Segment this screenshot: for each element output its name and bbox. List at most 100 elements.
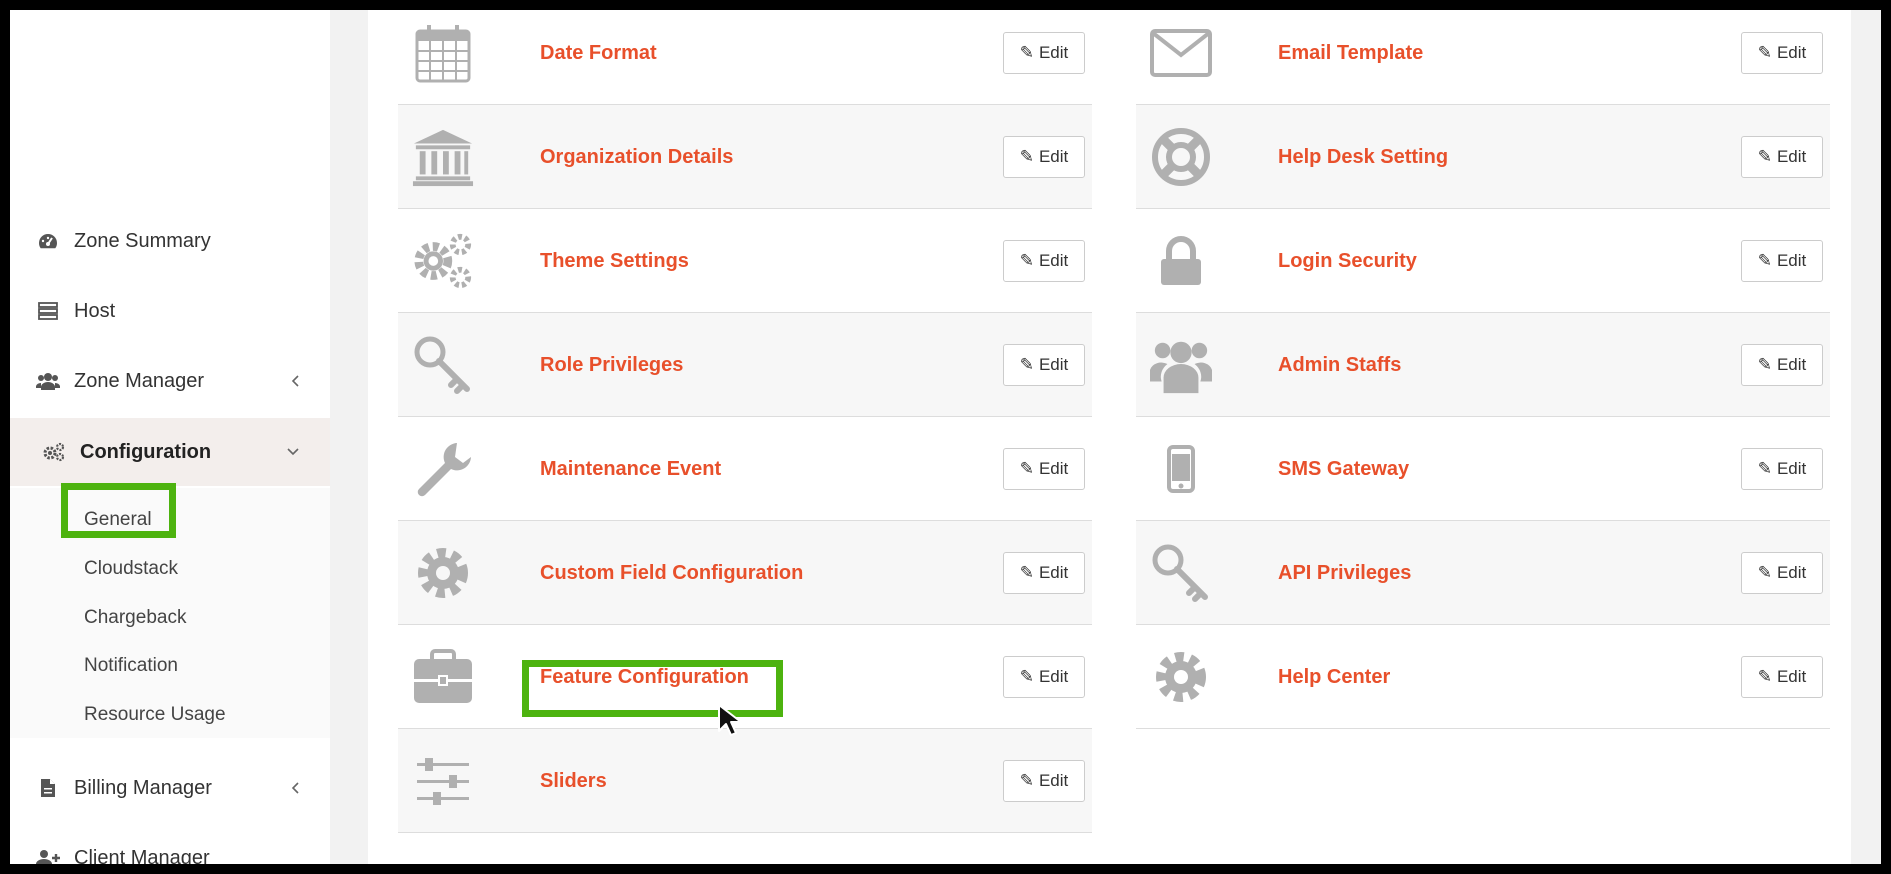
sidebar: Zone Summary Host Zone Manager Configura… — [10, 10, 340, 864]
setting-row-login-security: Login Security ✎ Edit — [1136, 209, 1830, 313]
app-window: Zone Summary Host Zone Manager Configura… — [10, 10, 1881, 864]
pencil-icon: ✎ — [1757, 251, 1772, 270]
setting-row-date-format: Date Format ✎ Edit — [398, 10, 1092, 105]
setting-row-organization-details: Organization Details ✎ Edit — [398, 105, 1092, 209]
server-icon — [36, 300, 60, 322]
edit-button[interactable]: ✎ Edit — [1741, 240, 1823, 282]
pencil-icon: ✎ — [1019, 251, 1034, 270]
edit-button[interactable]: ✎ Edit — [1003, 760, 1085, 802]
sidebar-item-label: Configuration — [80, 440, 212, 463]
sidebar-item-client-manager[interactable]: Client Manager — [10, 824, 330, 864]
edit-button[interactable]: ✎ Edit — [1003, 552, 1085, 594]
setting-row-feature-configuration: Feature Configuration ✎ Edit — [398, 625, 1092, 729]
sidebar-item-label: Host — [74, 299, 116, 322]
sidebar-item-zone-summary[interactable]: Zone Summary — [10, 207, 330, 275]
setting-row-api-privileges: API Privileges ✎ Edit — [1136, 521, 1830, 625]
envelope-icon — [1150, 23, 1212, 83]
setting-row-maintenance-event: Maintenance Event ✎ Edit — [398, 417, 1092, 521]
submenu-item-cloudstack[interactable]: Cloudstack — [84, 554, 178, 584]
mobile-icon — [1150, 439, 1212, 499]
setting-row-role-privileges: Role Privileges ✎ Edit — [398, 313, 1092, 417]
setting-title[interactable]: API Privileges — [1278, 521, 1411, 625]
edit-button[interactable]: ✎ Edit — [1741, 656, 1823, 698]
pencil-icon: ✎ — [1757, 355, 1772, 374]
pencil-icon: ✎ — [1019, 771, 1034, 790]
user-plus-icon — [36, 847, 60, 864]
pencil-icon: ✎ — [1757, 147, 1772, 166]
submenu-item-notification[interactable]: Notification — [84, 651, 178, 681]
edit-button[interactable]: ✎ Edit — [1741, 136, 1823, 178]
submenu-item-resource-usage[interactable]: Resource Usage — [84, 700, 226, 730]
submenu-item-chargeback[interactable]: Chargeback — [84, 603, 186, 633]
edit-button[interactable]: ✎ Edit — [1003, 344, 1085, 386]
edit-button[interactable]: ✎ Edit — [1741, 552, 1823, 594]
sidebar-item-label: Client Manager — [74, 846, 210, 865]
setting-title[interactable]: Maintenance Event — [540, 417, 721, 521]
calendar-icon — [412, 23, 474, 83]
setting-title[interactable]: Help Desk Setting — [1278, 105, 1448, 209]
setting-row-help-center: Help Center ✎ Edit — [1136, 625, 1830, 729]
pencil-icon: ✎ — [1019, 355, 1034, 374]
edit-button[interactable]: ✎ Edit — [1003, 656, 1085, 698]
sidebar-item-label: Zone Manager — [74, 369, 205, 392]
setting-title[interactable]: Email Template — [1278, 10, 1423, 105]
dashboard-icon — [36, 230, 60, 252]
sidebar-item-host[interactable]: Host — [10, 277, 330, 345]
sidebar-item-zone-manager[interactable]: Zone Manager — [10, 347, 330, 415]
chevron-down-icon — [286, 418, 300, 486]
sidebar-item-configuration[interactable]: Configuration — [10, 418, 330, 486]
key-icon — [412, 335, 474, 395]
setting-row-custom-field-configuration: Custom Field Configuration ✎ Edit — [398, 521, 1092, 625]
bank-icon — [412, 127, 474, 187]
setting-row-sliders: Sliders ✎ Edit — [398, 729, 1092, 833]
setting-title[interactable]: Organization Details — [540, 105, 733, 209]
setting-title[interactable]: Login Security — [1278, 209, 1417, 313]
pencil-icon: ✎ — [1757, 563, 1772, 582]
setting-title[interactable]: Role Privileges — [540, 313, 683, 417]
briefcase-icon — [412, 647, 474, 707]
edit-button[interactable]: ✎ Edit — [1741, 32, 1823, 74]
edit-button[interactable]: ✎ Edit — [1003, 136, 1085, 178]
settings-panel: Date Format ✎ Edit Organization Details ✎… — [368, 10, 1851, 864]
users-icon — [1150, 335, 1212, 395]
main-content: Date Format ✎ Edit Organization Details ✎… — [340, 10, 1881, 864]
pencil-icon: ✎ — [1757, 459, 1772, 478]
sidebar-item-label: Billing Manager — [74, 776, 212, 799]
wrench-icon — [412, 439, 474, 499]
mouse-cursor-icon — [718, 704, 742, 736]
key-icon — [1150, 543, 1212, 603]
life-ring-icon — [1150, 127, 1212, 187]
setting-title[interactable]: Custom Field Configuration — [540, 521, 803, 625]
pencil-icon: ✎ — [1757, 43, 1772, 62]
setting-title[interactable]: Help Center — [1278, 625, 1390, 729]
setting-row-help-desk-setting: Help Desk Setting ✎ Edit — [1136, 105, 1830, 209]
gear-icon — [412, 543, 474, 603]
setting-title[interactable]: Date Format — [540, 10, 657, 105]
pencil-icon: ✎ — [1757, 667, 1772, 686]
pencil-icon: ✎ — [1019, 667, 1034, 686]
pencil-icon: ✎ — [1019, 43, 1034, 62]
edit-button[interactable]: ✎ Edit — [1003, 448, 1085, 490]
setting-title[interactable]: Sliders — [540, 729, 607, 833]
chevron-left-icon — [290, 754, 300, 822]
setting-title[interactable]: SMS Gateway — [1278, 417, 1409, 521]
sidebar-item-billing-manager[interactable]: Billing Manager — [10, 754, 330, 822]
configuration-submenu: General Cloudstack Chargeback Notificati… — [10, 488, 330, 738]
edit-button[interactable]: ✎ Edit — [1003, 240, 1085, 282]
document-icon — [36, 777, 60, 799]
sliders-icon — [412, 751, 474, 811]
pencil-icon: ✎ — [1019, 459, 1034, 478]
pencil-icon: ✎ — [1019, 563, 1034, 582]
edit-button[interactable]: ✎ Edit — [1741, 344, 1823, 386]
edit-button[interactable]: ✎ Edit — [1003, 32, 1085, 74]
pencil-icon: ✎ — [1019, 147, 1034, 166]
chevron-left-icon — [290, 347, 300, 415]
edit-button[interactable]: ✎ Edit — [1741, 448, 1823, 490]
users-icon — [36, 370, 60, 392]
setting-title[interactable]: Theme Settings — [540, 209, 689, 313]
setting-title[interactable]: Admin Staffs — [1278, 313, 1401, 417]
setting-row-admin-staffs: Admin Staffs ✎ Edit — [1136, 313, 1830, 417]
gear-icon — [1150, 647, 1212, 707]
submenu-item-general[interactable]: General — [84, 505, 152, 535]
setting-row-email-template: Email Template ✎ Edit — [1136, 10, 1830, 105]
